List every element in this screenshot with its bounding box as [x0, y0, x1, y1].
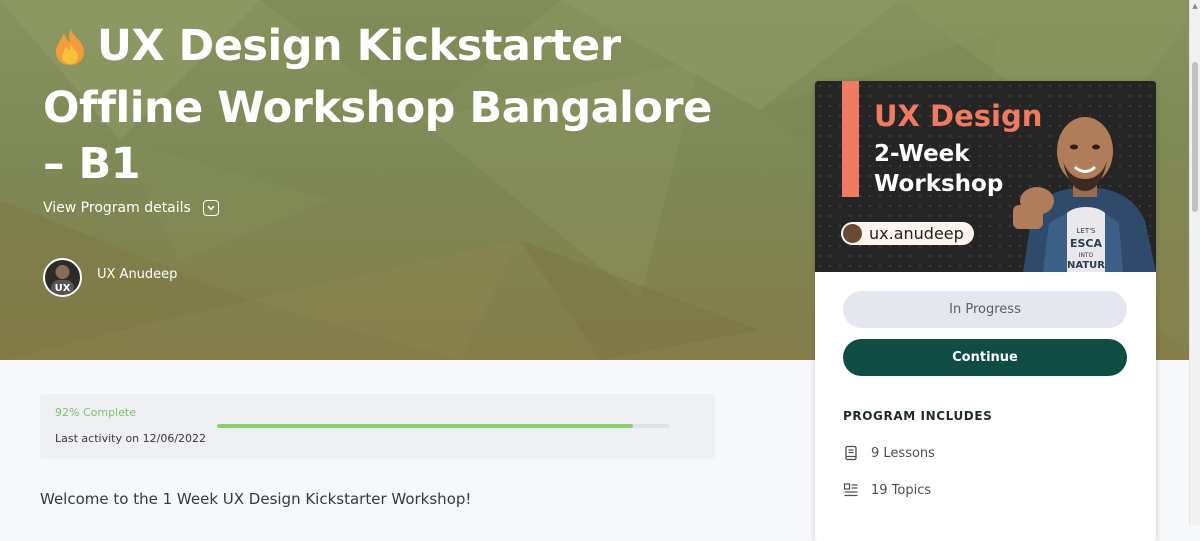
lessons-count-item: 9 Lessons — [843, 445, 935, 461]
thumbnail-handle: ux.anudeep — [869, 224, 964, 243]
lessons-count: 9 Lessons — [871, 445, 935, 461]
author-avatar[interactable]: UX — [43, 258, 82, 297]
progress-bar — [217, 424, 669, 428]
progress-card: 92% Complete Last activity on 12/06/2022 — [40, 394, 715, 459]
page-scrollbar[interactable]: ▲ — [1189, 0, 1200, 525]
welcome-text: Welcome to the 1 Week UX Design Kickstar… — [40, 490, 472, 508]
view-program-details-toggle[interactable]: View Program details — [43, 200, 219, 216]
chevron-down-icon — [202, 200, 219, 216]
course-title-text: UX Design Kickstarter Offline Workshop B… — [43, 21, 712, 189]
scroll-up-arrow-icon[interactable]: ▲ — [1191, 2, 1199, 10]
progress-bar-fill — [217, 424, 633, 428]
view-program-details-label: View Program details — [43, 200, 191, 216]
continue-button[interactable]: Continue — [843, 339, 1127, 376]
svg-text:NATUR: NATUR — [1067, 260, 1105, 271]
status-badge: In Progress — [843, 291, 1127, 328]
avatar-initials: UX — [55, 283, 71, 294]
topics-count-item: 19 Topics — [843, 482, 931, 498]
thumbnail-subheadline-line1: 2-Week — [874, 141, 970, 167]
thumbnail-handle-avatar — [843, 224, 862, 243]
author-name[interactable]: UX Anudeep — [97, 267, 177, 282]
thumbnail-subheadline-line2: Workshop — [874, 171, 1004, 197]
last-activity: Last activity on 12/06/2022 — [55, 432, 207, 445]
program-includes-heading: PROGRAM INCLUDES — [843, 409, 993, 423]
instructor-photo: LET'S ESCA INTO NATUR — [1013, 117, 1156, 272]
book-icon — [845, 445, 857, 461]
scrollbar-thumb[interactable] — [1192, 62, 1198, 212]
list-icon — [843, 483, 858, 497]
course-thumbnail: UX Design 2-Week Workshop ux.anudeep LET… — [815, 81, 1156, 272]
thumbnail-handle-pill: ux.anudeep — [841, 222, 974, 245]
author-info: UX UX Anudeep — [43, 258, 177, 297]
program-sidebar-card: UX Design 2-Week Workshop ux.anudeep LET… — [815, 81, 1156, 541]
svg-text:INTO: INTO — [1079, 252, 1094, 259]
thumbnail-subheadline: 2-Week Workshop — [874, 139, 1003, 199]
svg-text:LET'S: LET'S — [1077, 227, 1097, 235]
svg-text:ESCA: ESCA — [1070, 237, 1103, 250]
completion-percentage: 92% Complete — [55, 406, 136, 419]
thumbnail-accent-bar — [842, 81, 859, 197]
fire-icon — [53, 24, 87, 80]
course-title: UX Design Kickstarter Offline Workshop B… — [43, 18, 723, 192]
topics-count: 19 Topics — [871, 482, 932, 498]
